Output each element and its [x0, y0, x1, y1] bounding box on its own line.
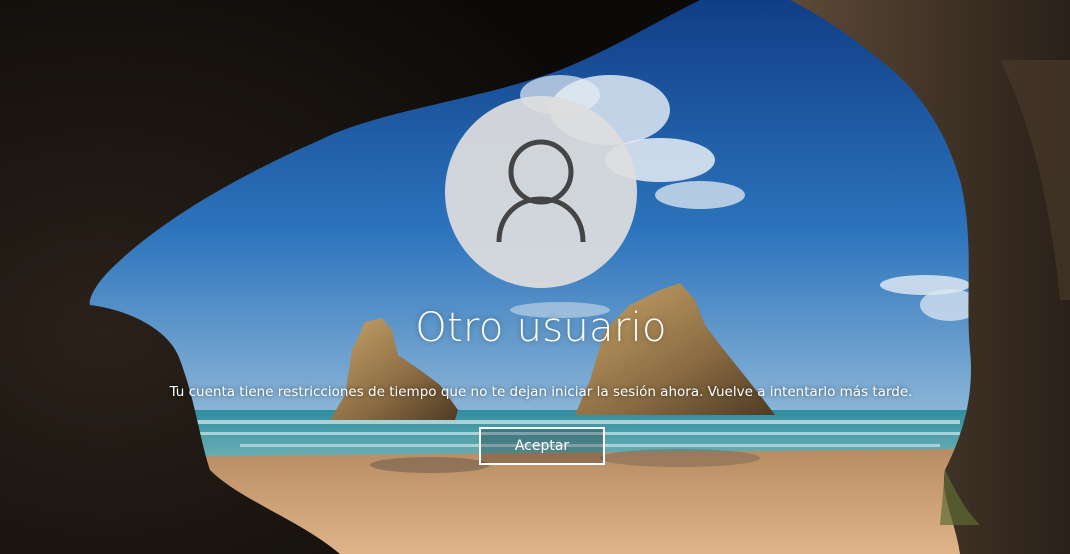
user-avatar [445, 96, 637, 288]
lock-screen: Otro usuario Tu cuenta tiene restriccion… [0, 0, 1070, 554]
restriction-message: Tu cuenta tiene restricciones de tiempo … [169, 384, 913, 400]
user-silhouette-icon [496, 139, 586, 243]
accept-button[interactable]: Aceptar [479, 427, 605, 465]
username-title: Otro usuario [415, 305, 667, 351]
